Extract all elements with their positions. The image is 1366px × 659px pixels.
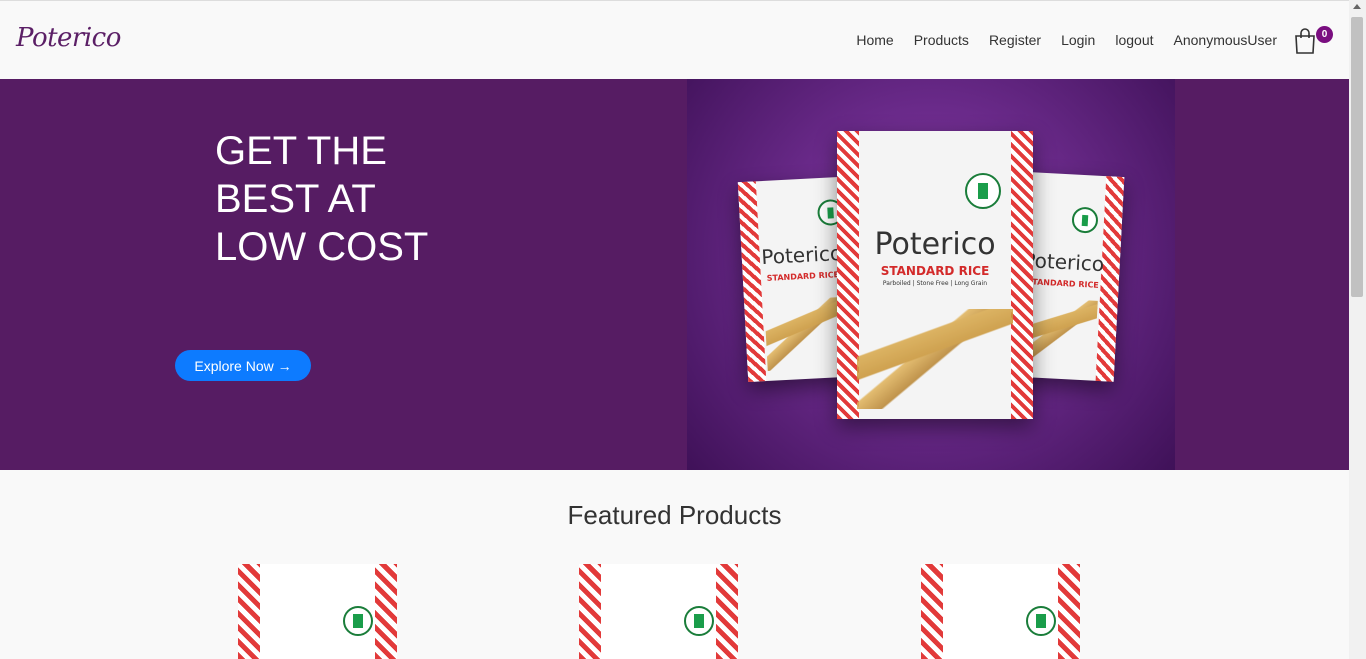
certification-seal-icon	[343, 606, 373, 636]
cart-count-badge: 0	[1316, 26, 1333, 43]
vertical-scrollbar[interactable]	[1349, 0, 1366, 659]
nav-logout-link[interactable]: logout	[1115, 32, 1153, 48]
nav-home-link[interactable]: Home	[856, 32, 893, 48]
featured-products-title: Featured Products	[567, 500, 782, 530]
brand-logo[interactable]: Poterico	[16, 23, 121, 53]
scroll-up-arrow-icon[interactable]	[1353, 4, 1361, 9]
certification-seal-icon	[1026, 606, 1056, 636]
nav-register-link[interactable]: Register	[989, 32, 1041, 48]
bag-product-center: STANDARD RICE	[880, 264, 990, 278]
scrollbar-thumb[interactable]	[1351, 17, 1363, 297]
nav-login-link[interactable]: Login	[1061, 32, 1095, 48]
nav-products-link[interactable]: Products	[914, 32, 969, 48]
product-card[interactable]	[238, 564, 397, 659]
bag-description-center: Parboiled | Stone Free | Long Grain	[882, 280, 988, 287]
explore-now-button[interactable]: Explore Now →	[175, 350, 311, 381]
bag-brand-center: Poterico	[874, 227, 996, 262]
navbar: Poterico Home Products Register Login lo…	[0, 0, 1349, 79]
hero-title: GET THE BEST AT LOW COST	[215, 129, 429, 269]
hero-product-image: Poterico STANDARD RICE Poterico STANDARD…	[687, 79, 1175, 470]
nav-user-link[interactable]: AnonymousUser	[1174, 32, 1278, 48]
logo-text: Poterico	[16, 23, 121, 53]
nav-links: Home Products Register Login logout Anon…	[836, 32, 1277, 48]
hero-banner: GET THE BEST AT LOW COST Explore Now → P…	[0, 79, 1349, 470]
shopping-bag-icon[interactable]	[1293, 27, 1317, 55]
product-card[interactable]	[921, 564, 1080, 659]
product-card[interactable]	[579, 564, 738, 659]
rice-bag-center: Poterico STANDARD RICE Parboiled | Stone…	[837, 131, 1033, 419]
certification-seal-icon	[684, 606, 714, 636]
